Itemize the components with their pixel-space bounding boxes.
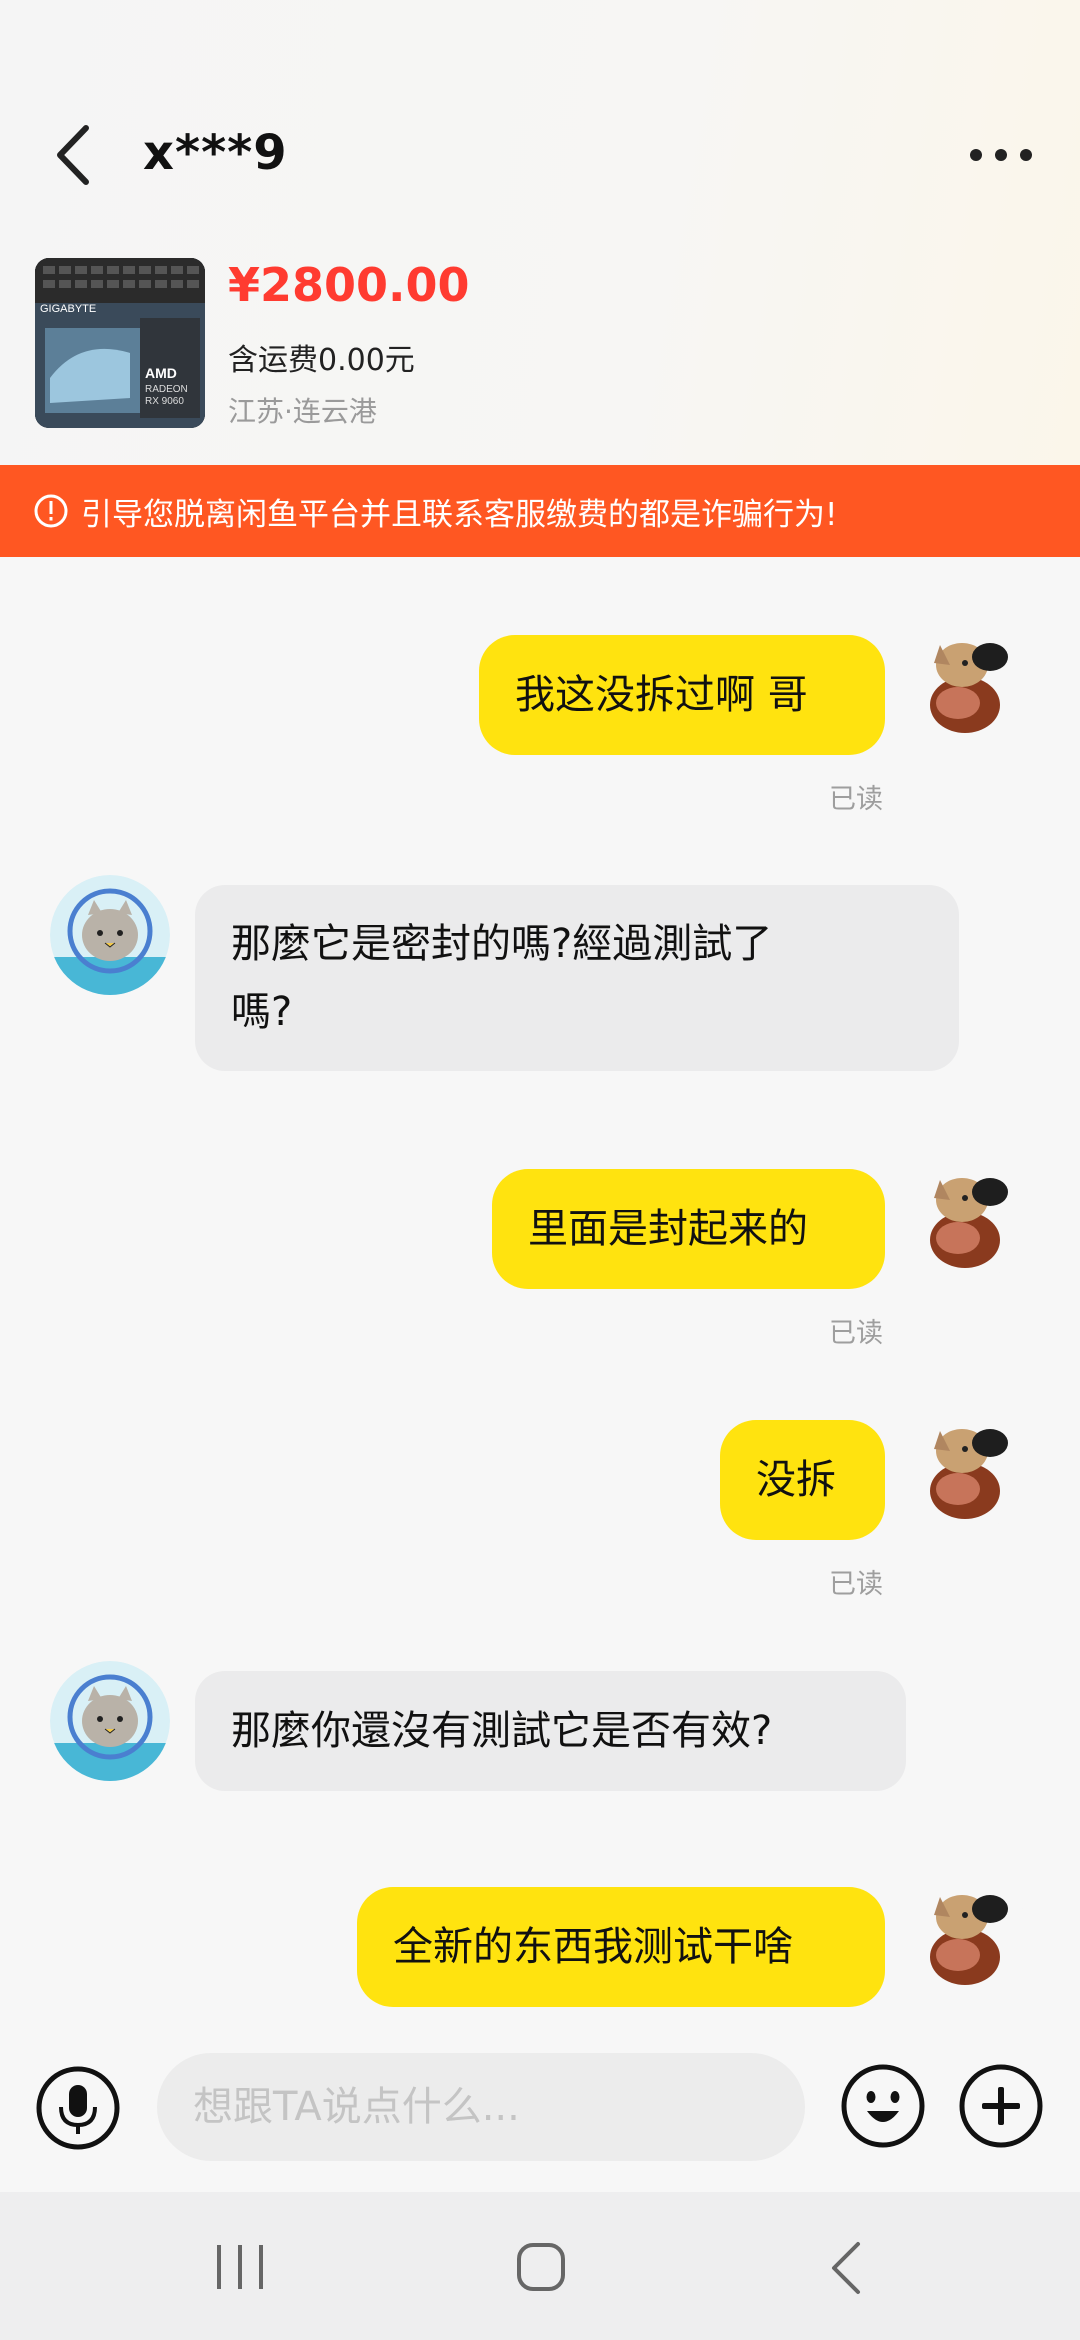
outgoing-message[interactable]: 没拆 bbox=[720, 1420, 885, 1540]
my-avatar[interactable] bbox=[910, 1411, 1030, 1531]
thumb-brand-text: GIGABYTE bbox=[40, 303, 96, 315]
home-icon[interactable] bbox=[515, 2242, 567, 2292]
back-arrow-icon[interactable] bbox=[50, 120, 100, 190]
incoming-message[interactable]: 那麼你還沒有測試它是否有效? bbox=[195, 1671, 906, 1791]
read-status: 已读 bbox=[829, 1318, 883, 1349]
my-avatar[interactable] bbox=[910, 1877, 1030, 1997]
message-input[interactable] bbox=[157, 2053, 805, 2161]
message-text: 全新的东西我测试干啥 bbox=[393, 1924, 793, 1970]
outgoing-message[interactable]: 里面是封起来的 bbox=[492, 1169, 885, 1289]
recent-apps-icon[interactable] bbox=[213, 2242, 267, 2292]
partner-avatar[interactable] bbox=[50, 875, 170, 995]
svg-text:RADEON: RADEON bbox=[145, 384, 188, 395]
outgoing-message[interactable]: 我这没拆过啊 哥 bbox=[479, 635, 885, 755]
chat-partner-name: x***9 bbox=[143, 125, 288, 181]
svg-text:RX 9060: RX 9060 bbox=[145, 396, 184, 407]
shipping-fee: 含运费0.00元 bbox=[228, 343, 415, 378]
message-text: 里面是封起来的 bbox=[528, 1206, 808, 1252]
message-text: 那麼它是密封的嗎?經過測試了 bbox=[231, 921, 773, 967]
message-text: 那麼你還沒有測試它是否有效? bbox=[231, 1708, 773, 1754]
read-status: 已读 bbox=[829, 1569, 883, 1600]
microphone-icon[interactable] bbox=[35, 2065, 121, 2151]
emoji-icon[interactable] bbox=[840, 2063, 926, 2149]
my-avatar[interactable] bbox=[910, 625, 1030, 745]
exclamation-circle-icon bbox=[34, 494, 68, 528]
message-text: 我这没拆过啊 哥 bbox=[515, 672, 808, 718]
seller-location: 江苏·连云港 bbox=[228, 395, 377, 428]
message-text: 没拆 bbox=[756, 1457, 836, 1503]
read-status: 已读 bbox=[829, 784, 883, 815]
my-avatar[interactable] bbox=[910, 1160, 1030, 1280]
incoming-message[interactable]: 那麼它是密封的嗎?經過測試了 嗎? bbox=[195, 885, 959, 1071]
message-text: 嗎? bbox=[231, 989, 293, 1035]
outgoing-message[interactable]: 全新的东西我测试干啥 bbox=[357, 1887, 885, 2007]
product-price: ¥2800.00 bbox=[228, 258, 470, 312]
fraud-warning-bar: 引导您脱离闲鱼平台并且联系客服缴费的都是诈骗行为! bbox=[0, 465, 1080, 557]
more-options-icon[interactable] bbox=[968, 135, 1034, 175]
warning-text: 引导您脱离闲鱼平台并且联系客服缴费的都是诈骗行为! bbox=[81, 496, 838, 533]
svg-text:AMD: AMD bbox=[145, 365, 177, 381]
message-list[interactable]: 我这没拆过啊 哥 已读 那麼它是密封的嗎?經過測試了 嗎? 里面是封起来的 已读… bbox=[0, 557, 1080, 2047]
product-thumbnail[interactable]: GIGABYTE AMD RADEON RX 9060 bbox=[35, 258, 205, 428]
plus-icon[interactable] bbox=[958, 2063, 1044, 2149]
header: x***9 GIGABYTE AMD RADEON RX 9060 ¥2800.… bbox=[0, 0, 1080, 465]
partner-avatar[interactable] bbox=[50, 1661, 170, 1781]
message-input-bar bbox=[0, 2047, 1080, 2192]
system-navigation-bar bbox=[0, 2192, 1080, 2340]
nav-back-icon[interactable] bbox=[826, 2240, 866, 2296]
